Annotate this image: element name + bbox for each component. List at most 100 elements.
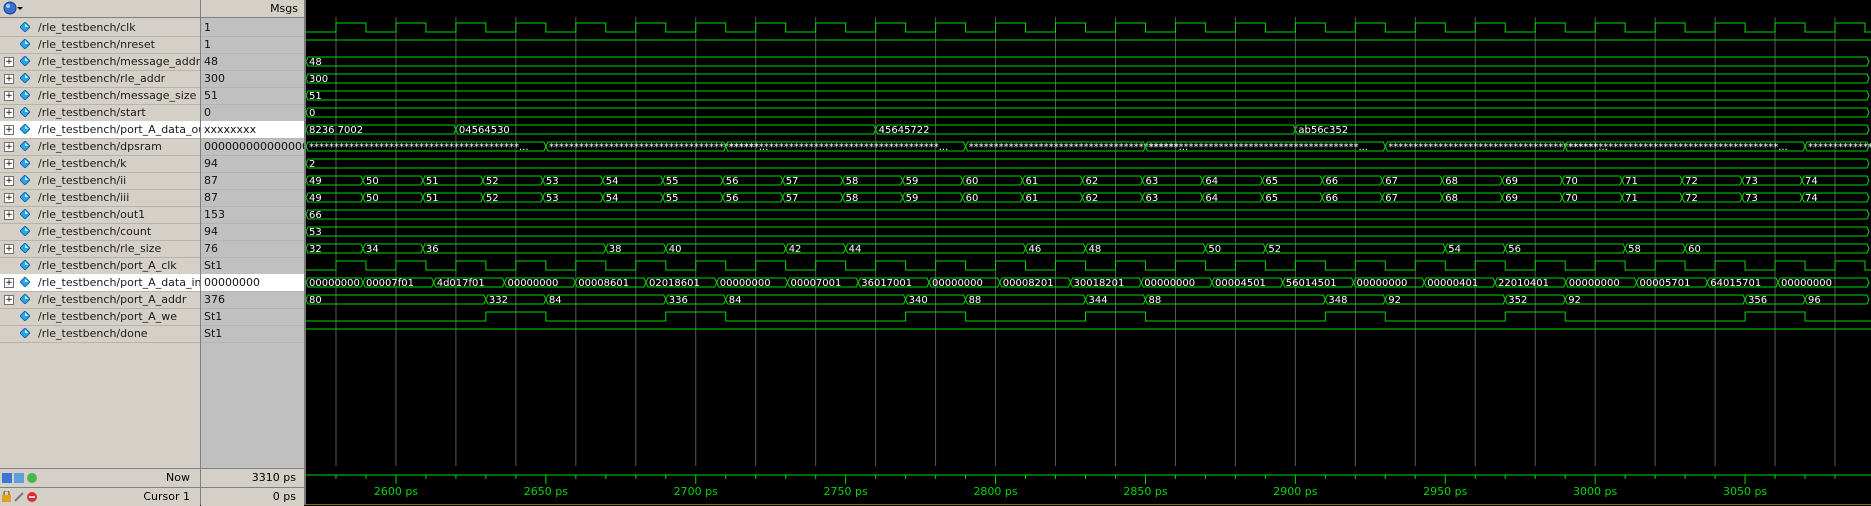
expand-toggle-icon[interactable]: + [4, 57, 14, 67]
expand-toggle-icon[interactable]: + [4, 176, 14, 186]
bus-value-label: 00007001 [790, 278, 841, 289]
bus-value-label: 352 [1508, 295, 1527, 306]
signal-value: St1 [201, 308, 304, 326]
bus-value-label: 64 [1205, 193, 1218, 204]
expand-toggle-icon[interactable]: + [4, 142, 14, 152]
timeline-label: 3050 ps [1723, 485, 1767, 498]
signal-row[interactable]: /rle_testbench/count [0, 223, 200, 241]
timeline-label: 2600 ps [374, 485, 418, 498]
waveform-canvas[interactable]: 48 300 51 0 8236 7002 04564530 45645722 ab56c35… [306, 0, 1871, 505]
clock-trace [306, 260, 1871, 271]
cursor-footer-value: 0 ps [201, 487, 304, 506]
timeline-label: 2800 ps [973, 485, 1017, 498]
signal-name: /rle_testbench/clk [38, 21, 136, 34]
lock-icon[interactable] [2, 491, 38, 503]
bus-value-label: 58 [1628, 244, 1641, 255]
signal-names-pane: /rle_testbench/clk/rle_testbench/nreset +… [0, 0, 201, 506]
signal-row[interactable]: /rle_testbench/nreset [0, 36, 200, 54]
expand-toggle-icon[interactable]: + [4, 295, 14, 305]
signal-row[interactable]: + /rle_testbench/ii [0, 172, 200, 190]
wave-window-icon[interactable] [2, 1, 24, 16]
now-footer-value: 3310 ps [201, 468, 304, 487]
timeline-label: 2700 ps [674, 485, 718, 498]
bus-value-label: 70 [1565, 193, 1578, 204]
bus-segment [306, 226, 1870, 237]
signal-row[interactable]: + /rle_testbench/iii [0, 189, 200, 207]
signal-row[interactable]: + /rle_testbench/start [0, 104, 200, 122]
bus-value-label: 332 [489, 295, 508, 306]
now-footer-left: Now [0, 468, 200, 487]
expand-toggle-icon[interactable]: + [4, 193, 14, 203]
signal-value: 376 [201, 291, 304, 309]
signal-row[interactable]: + /rle_testbench/rle_size [0, 240, 200, 258]
bus-value-label: 00008201 [1003, 278, 1054, 289]
signal-row[interactable]: + /rle_testbench/port_A_data_in [0, 274, 200, 292]
signal-row[interactable]: + /rle_testbench/port_A_addr [0, 291, 200, 309]
signal-diamond-icon [20, 243, 30, 253]
bus-segment [422, 243, 607, 254]
names-header [0, 0, 200, 18]
bus-value-label: 46 [1029, 244, 1042, 255]
expand-toggle-icon[interactable]: + [4, 74, 14, 84]
bus-value-label: 68 [1445, 176, 1458, 187]
bus-value-label: 300 [309, 74, 328, 85]
signal-row[interactable]: + /rle_testbench/rle_addr [0, 70, 200, 88]
bus-value-label: 00000000 [1144, 278, 1195, 289]
bus-value-label: 00007f01 [366, 278, 414, 289]
expand-toggle-icon[interactable]: + [4, 244, 14, 254]
bus-value-label: 00000000 [1357, 278, 1408, 289]
signal-row[interactable]: /rle_testbench/port_A_we [0, 308, 200, 326]
bus-value-label: ****************************************… [1808, 142, 1871, 153]
expand-toggle-icon[interactable]: + [4, 278, 14, 288]
expand-toggle-icon[interactable]: + [4, 125, 14, 135]
signal-row[interactable]: /rle_testbench/done [0, 325, 200, 343]
bus-value-label: 92 [1388, 295, 1401, 306]
bus-segment [306, 73, 1870, 84]
signal-row[interactable]: + /rle_testbench/dpsram [0, 138, 200, 156]
signal-row[interactable]: + /rle_testbench/port_A_data_out [0, 121, 200, 139]
bus-value-label: 48 [309, 57, 322, 68]
expand-toggle-icon[interactable]: + [4, 210, 14, 220]
bus-value-label: 44 [849, 244, 862, 255]
bus-value-label: 348 [1328, 295, 1347, 306]
bus-value-label: 96 [1808, 295, 1821, 306]
timeline-label: 2900 ps [1273, 485, 1317, 498]
signal-row[interactable]: + /rle_testbench/message_addr [0, 53, 200, 71]
signal-row[interactable]: + /rle_testbench/out1 [0, 206, 200, 224]
we-trace [306, 311, 1871, 322]
signal-diamond-icon [20, 158, 30, 168]
bus-value-label: ****************************************… [729, 142, 949, 153]
signal-value: 87 [201, 189, 304, 207]
bus-value-label: 50 [366, 193, 379, 204]
zoom-toolbar-icon[interactable] [2, 472, 38, 484]
expand-toggle-icon[interactable]: + [4, 91, 14, 101]
signal-name: /rle_testbench/start [38, 106, 146, 119]
bus-value-label: 42 [789, 244, 802, 255]
signal-row[interactable]: + /rle_testbench/message_size [0, 87, 200, 105]
signal-row[interactable]: /rle_testbench/clk [0, 19, 200, 37]
bus-segment [306, 90, 1870, 101]
signal-row[interactable]: /rle_testbench/port_A_clk [0, 257, 200, 275]
signal-diamond-icon [20, 73, 30, 83]
bus-value-label: 53 [546, 176, 559, 187]
bus-value-label: 74 [1805, 176, 1818, 187]
bus-value-label: 61 [1026, 176, 1039, 187]
timeline-label: 3000 ps [1573, 485, 1617, 498]
signal-value: 300 [201, 70, 304, 88]
bus-value-label: 344 [1089, 295, 1108, 306]
bus-value-label: 53 [309, 227, 322, 238]
expand-toggle-icon[interactable]: + [4, 159, 14, 169]
expand-toggle-icon[interactable]: + [4, 108, 14, 118]
bus-value-label: 58 [846, 176, 859, 187]
signal-row[interactable]: + /rle_testbench/k [0, 155, 200, 173]
bus-value-label: 51 [309, 91, 322, 102]
signal-name: /rle_testbench/ii [38, 174, 127, 187]
signal-value: 1 [201, 19, 304, 37]
bus-value-label: 00000401 [1427, 278, 1478, 289]
signal-name: /rle_testbench/port_A_data_out [38, 123, 200, 136]
bus-value-label: 56 [726, 193, 739, 204]
waveform-pane[interactable]: 48 300 51 0 8236 7002 04564530 45645722 ab56c35… [306, 0, 1871, 505]
bus-value-label: 36 [426, 244, 439, 255]
bus-value-label: 65 [1265, 176, 1278, 187]
bus-value-label: 00008601 [578, 278, 629, 289]
